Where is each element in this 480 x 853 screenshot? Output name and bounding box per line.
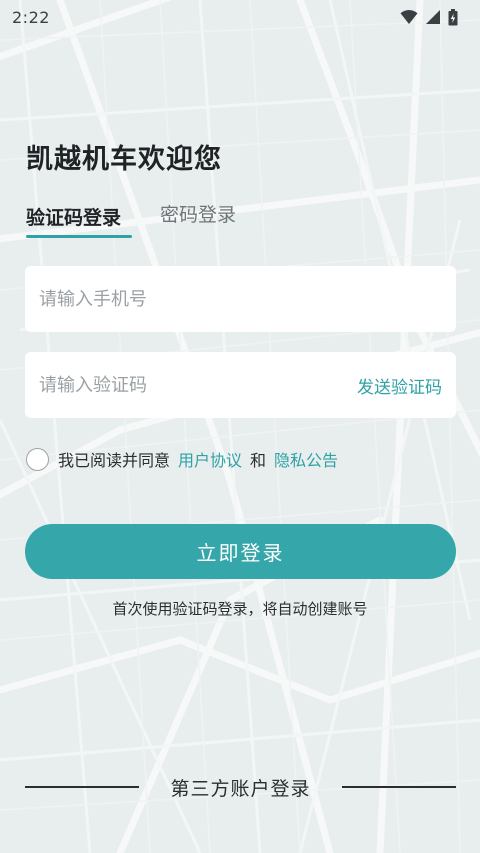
status-icons bbox=[400, 8, 458, 26]
battery-icon bbox=[448, 8, 458, 25]
phone-input-card bbox=[25, 266, 456, 332]
welcome-title: 凯越机车欢迎您 bbox=[26, 144, 222, 175]
login-button[interactable]: 立即登录 bbox=[25, 524, 456, 579]
agreement-row: 我已阅读并同意 用户协议 和 隐私公告 bbox=[26, 446, 346, 472]
divider-left bbox=[25, 786, 139, 788]
phone-input[interactable] bbox=[39, 288, 319, 310]
code-input-card: 发送验证码 bbox=[25, 352, 456, 418]
tab-sms-login[interactable]: 验证码登录 bbox=[26, 203, 121, 230]
agreement-checkbox[interactable] bbox=[26, 447, 49, 471]
auto-register-hint: 首次使用验证码登录，将自动创建账号 bbox=[112, 600, 368, 618]
third-party-login-divider: 第三方账户登录 bbox=[25, 774, 456, 800]
privacy-notice-link[interactable]: 隐私公告 bbox=[274, 447, 338, 471]
verification-code-input[interactable] bbox=[39, 374, 319, 396]
user-agreement-link[interactable]: 用户协议 bbox=[178, 447, 242, 471]
send-code-button[interactable]: 发送验证码 bbox=[357, 373, 442, 398]
signal-icon bbox=[426, 10, 440, 24]
login-screen: 凯越机车欢迎您 验证码登录 密码登录 发送验证码 我已阅读并同意 用户协议 和 … bbox=[0, 0, 480, 853]
agreement-prefix: 我已阅读并同意 bbox=[58, 451, 171, 470]
agreement-and: 和 bbox=[250, 451, 267, 470]
third-party-login-label: 第三方账户登录 bbox=[170, 777, 311, 800]
status-bar: 2:22 bbox=[0, 0, 480, 34]
status-time: 2:22 bbox=[12, 7, 50, 27]
divider-right bbox=[341, 786, 456, 788]
tab-password-login[interactable]: 密码登录 bbox=[160, 200, 236, 227]
wifi-icon bbox=[400, 10, 418, 24]
active-tab-indicator bbox=[26, 235, 132, 238]
